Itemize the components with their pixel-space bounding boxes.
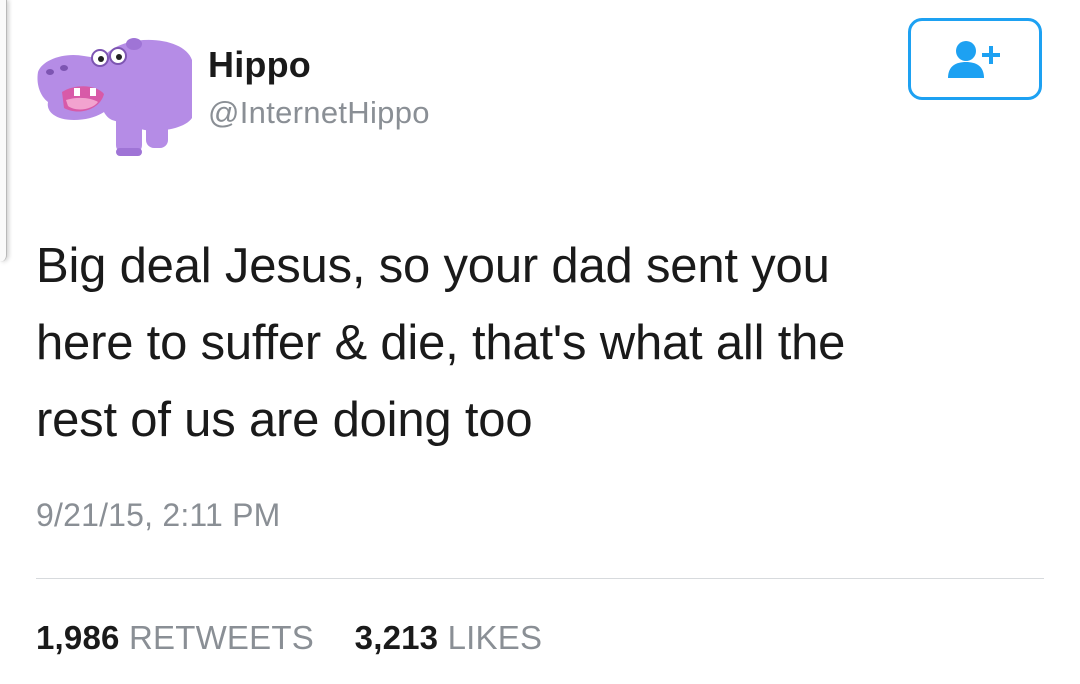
previous-card-edge bbox=[0, 0, 7, 262]
tweet-text: Big deal Jesus, so your dad sent you her… bbox=[36, 228, 1046, 459]
tweet-line: here to suffer & die, that's what all th… bbox=[36, 316, 846, 370]
tweet-line: rest of us are doing too bbox=[36, 393, 533, 447]
likes-label[interactable]: LIKES bbox=[448, 619, 543, 656]
add-user-icon bbox=[948, 41, 1000, 78]
divider bbox=[36, 578, 1044, 579]
tweet-line: Big deal Jesus, so your dad sent you bbox=[36, 239, 830, 293]
engagement-stats: 1,986 RETWEETS 3,213 LIKES bbox=[36, 619, 542, 657]
likes-count[interactable]: 3,213 bbox=[355, 619, 439, 656]
follow-button[interactable] bbox=[908, 18, 1042, 100]
retweets-label[interactable]: RETWEETS bbox=[129, 619, 314, 656]
avatar[interactable] bbox=[34, 22, 194, 160]
hippo-icon bbox=[37, 38, 192, 156]
user-handle[interactable]: @InternetHippo bbox=[208, 95, 430, 131]
display-name[interactable]: Hippo bbox=[208, 44, 311, 86]
retweets-count[interactable]: 1,986 bbox=[36, 619, 120, 656]
tweet-timestamp[interactable]: 9/21/15, 2:11 PM bbox=[36, 497, 281, 534]
